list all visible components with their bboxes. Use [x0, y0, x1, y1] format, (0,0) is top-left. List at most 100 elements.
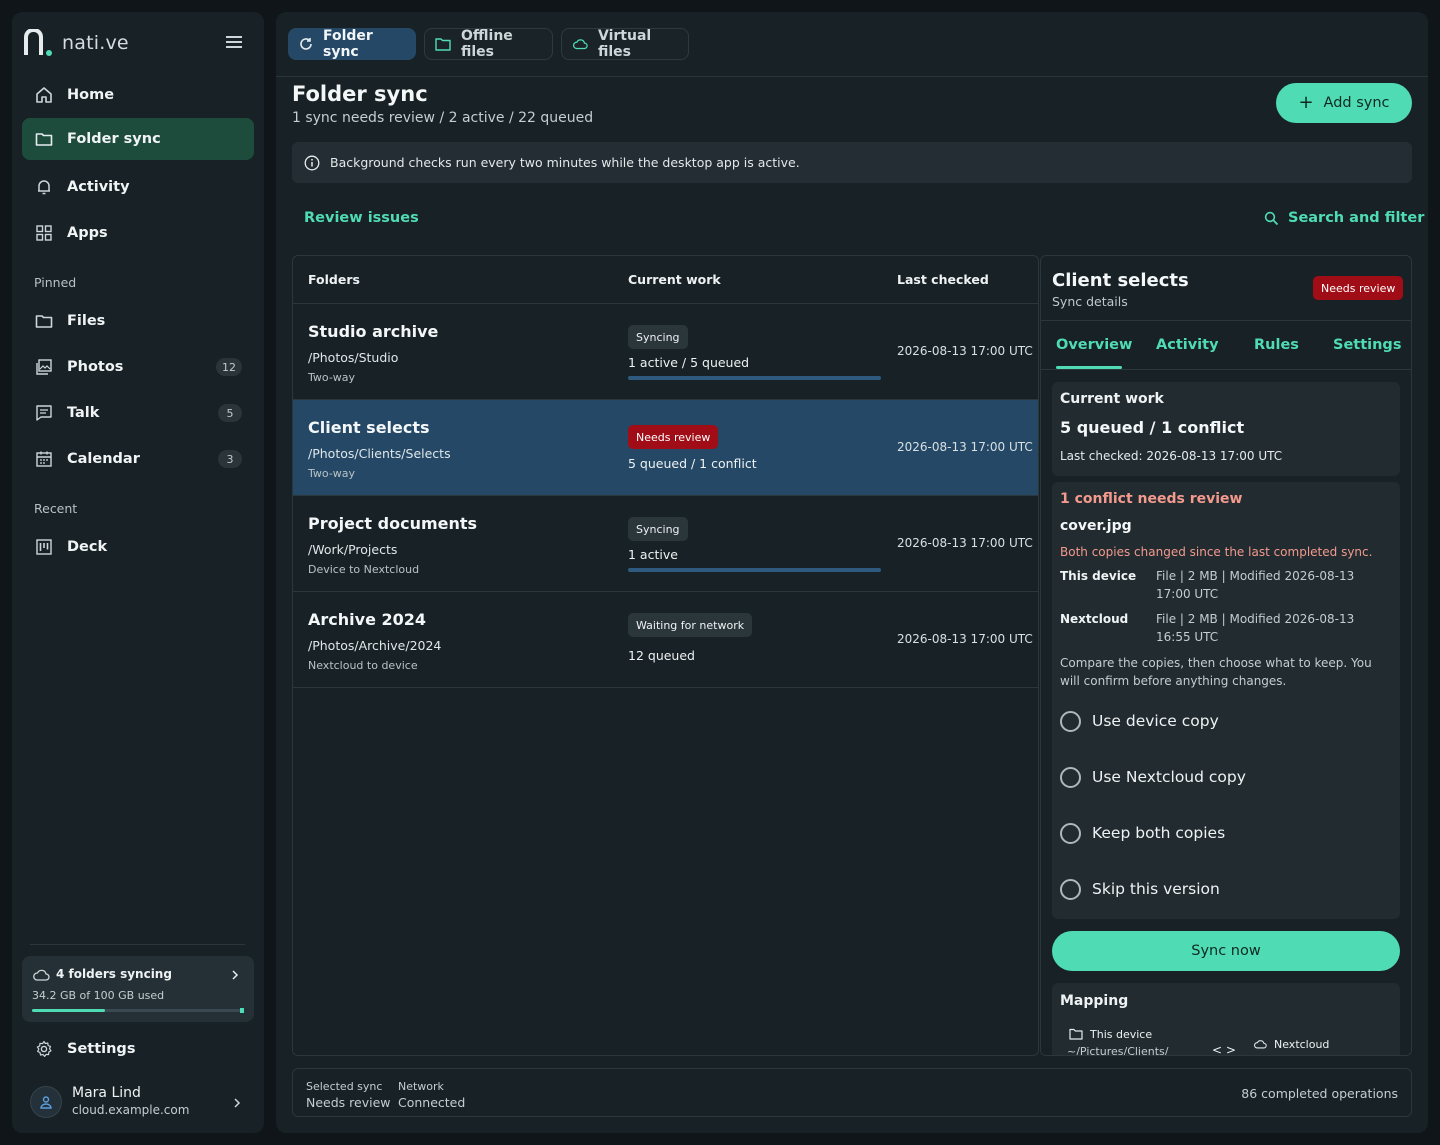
sidebar-item-home[interactable]: Home [22, 74, 254, 116]
review-issues-link[interactable]: Review issues [304, 210, 419, 226]
tab-label: Offline files [461, 28, 513, 60]
sidebar-item-label: Folder sync [67, 131, 161, 147]
sidebar-item-deck[interactable]: Deck [22, 526, 254, 568]
tab-folder-sync[interactable]: Folder sync [288, 28, 416, 60]
detail-subtitle: Sync details [1052, 294, 1128, 309]
cloud-label: Nextcloud [1060, 612, 1129, 626]
tab-rules[interactable]: Rules [1254, 337, 1299, 353]
sync-now-button[interactable]: Sync now [1052, 931, 1400, 971]
sidebar-item-activity[interactable]: Activity [22, 166, 254, 208]
sync-mode: Device to Nextcloud [308, 563, 420, 576]
tab-offline-files[interactable]: Offline files [424, 28, 553, 60]
user-account[interactable]: Mara Lind cloud.example.com [30, 1082, 252, 1122]
recent-section-label: Recent [34, 501, 78, 516]
tab-virtual-files[interactable]: Virtual files [561, 28, 689, 60]
option-use-device-copy[interactable]: Use device copy [1060, 709, 1219, 733]
sync-detail-panel: Client selects Sync details Needs review… [1040, 255, 1412, 1056]
last-checked: 2026-08-13 17:00 UTC [897, 632, 1033, 646]
conflict-description: Both copies changed since the last compl… [1060, 545, 1373, 559]
folder-name: Archive 2024 [308, 610, 427, 629]
current-work-card: Current work 5 queued / 1 conflict Last … [1052, 382, 1400, 476]
conflict-help-text: Compare the copies, then choose what to … [1060, 656, 1372, 688]
count-badge: 12 [216, 358, 242, 376]
detail-tabs-divider [1041, 369, 1411, 370]
sync-mode: Two-way [308, 467, 356, 480]
sidebar-item-label: Calendar [67, 451, 140, 467]
detail-title: Client selects [1052, 270, 1189, 291]
cloud-icon [33, 969, 50, 981]
current-work-checked: Last checked: 2026-08-13 17:00 UTC [1060, 449, 1283, 463]
apps-grid-icon [34, 223, 54, 243]
option-keep-both-copies[interactable]: Keep both copies [1060, 821, 1225, 845]
tab-label: Folder sync [323, 28, 373, 60]
table-row[interactable]: Archive 2024 /Photos/Archive/2024 Nextcl… [293, 592, 1038, 688]
status-badge: Needs review [628, 425, 719, 449]
option-skip-version[interactable]: Skip this version [1060, 877, 1220, 901]
brand[interactable]: nati.ve [24, 28, 129, 58]
table-row[interactable]: Client selects /Photos/Clients/Selects T… [293, 400, 1038, 496]
sidebar-item-label: Files [67, 313, 106, 329]
bell-icon [34, 177, 54, 197]
radio-button[interactable] [1060, 766, 1081, 788]
tab-label: Virtual files [598, 28, 652, 60]
cloud-icon [572, 36, 588, 52]
storage-card[interactable]: 4 folders syncing 34.2 GB of 100 GB used [22, 956, 254, 1022]
sidebar-item-folder-sync[interactable]: Folder sync [22, 118, 254, 160]
current-work-heading: Current work [1060, 391, 1164, 407]
search-filter-link[interactable]: Search and filter [1264, 210, 1424, 226]
add-sync-button[interactable]: + Add sync [1276, 83, 1412, 123]
mapping-heading: Mapping [1060, 993, 1129, 1009]
device-file-info: File | 2 MB | Modified 2026-08-13 17:00 … [1156, 569, 1355, 601]
option-use-nextcloud-copy[interactable]: Use Nextcloud copy [1060, 765, 1246, 789]
current-work-value: 5 queued / 1 conflict [1060, 418, 1245, 437]
option-label: Skip this version [1092, 880, 1220, 898]
radio-button[interactable] [1060, 710, 1081, 732]
cloud-file-info: File | 2 MB | Modified 2026-08-13 16:55 … [1156, 612, 1355, 644]
radio-button[interactable] [1060, 878, 1081, 900]
main-panel: Folder sync Offline files Virtual files … [276, 12, 1428, 1133]
sidebar-item-label: Home [67, 87, 115, 103]
gear-icon [34, 1039, 54, 1059]
menu-toggle-button[interactable] [222, 32, 246, 52]
sidebar-item-files[interactable]: Files [22, 300, 254, 342]
status-badge: Syncing [628, 325, 688, 349]
sidebar-item-apps[interactable]: Apps [22, 212, 254, 254]
storage-progress-bar [32, 1008, 244, 1013]
sidebar-item-label: Photos [67, 359, 124, 375]
mapping-device: This device [1069, 1027, 1152, 1041]
column-header-folders[interactable]: Folders [308, 272, 360, 287]
deck-icon [34, 537, 54, 557]
mapping-cloud-label: Nextcloud [1274, 1037, 1330, 1051]
last-checked: 2026-08-13 17:00 UTC [897, 536, 1033, 550]
tab-overview[interactable]: Overview [1056, 337, 1132, 353]
storage-used: 34.2 GB of 100 GB used [32, 989, 165, 1002]
table-row[interactable]: Studio archive /Photos/Studio Two-way Sy… [293, 304, 1038, 400]
tab-settings[interactable]: Settings [1333, 337, 1401, 353]
column-header-work[interactable]: Current work [628, 272, 721, 287]
info-banner: Background checks run every two minutes … [292, 142, 1412, 183]
search-icon [1264, 210, 1280, 226]
user-icon [40, 1096, 52, 1109]
sync-progress-bar [628, 568, 881, 572]
last-checked: 2026-08-13 17:00 UTC [897, 440, 1033, 454]
radio-button[interactable] [1060, 822, 1081, 844]
count-badge: 3 [218, 450, 242, 468]
conflict-card: 1 conflict needs review cover.jpg Both c… [1052, 482, 1400, 919]
tab-activity[interactable]: Activity [1156, 337, 1219, 353]
conflict-file-name: cover.jpg [1060, 518, 1132, 534]
sidebar-item-photos[interactable]: Photos 12 [22, 346, 254, 388]
sidebar-item-talk[interactable]: Talk 5 [22, 392, 254, 434]
brand-name: nati.ve [62, 32, 129, 54]
sidebar-item-settings[interactable]: Settings [22, 1028, 254, 1070]
work-summary: 1 active / 5 queued [628, 355, 750, 370]
folder-icon [435, 36, 451, 52]
search-filter-label: Search and filter [1288, 210, 1425, 226]
status-footer: Selected sync Needs review Network Conne… [292, 1068, 1412, 1117]
sidebar-item-calendar[interactable]: Calendar 3 [22, 438, 254, 480]
column-header-checked[interactable]: Last checked [897, 272, 989, 287]
work-summary: 12 queued [628, 648, 695, 663]
folder-icon [34, 311, 54, 331]
folder-name: Project documents [308, 514, 478, 533]
table-row[interactable]: Project documents /Work/Projects Device … [293, 496, 1038, 592]
info-icon [304, 154, 322, 172]
